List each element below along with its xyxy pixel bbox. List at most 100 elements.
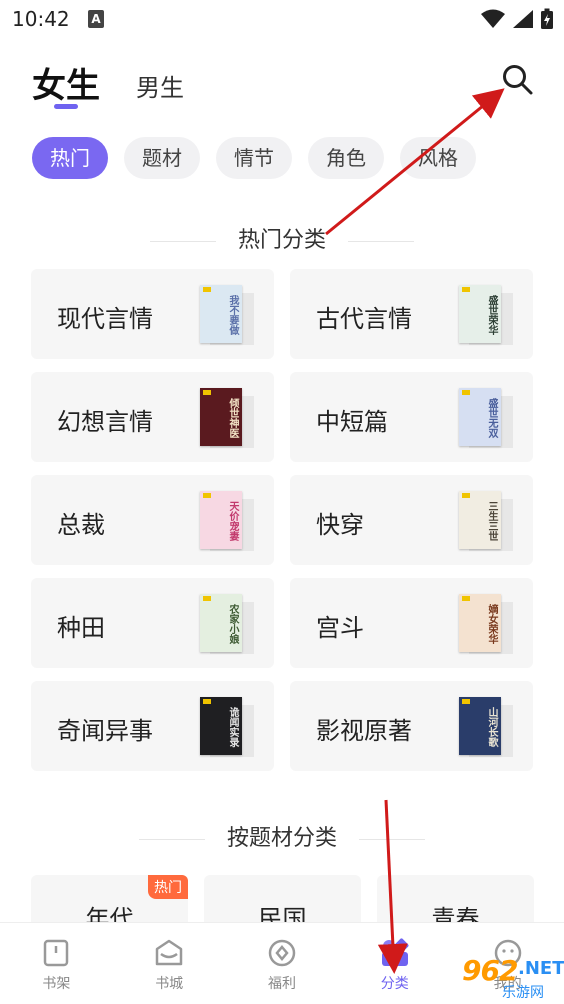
book-cover-thumbnail: 盛世无双 [459, 388, 513, 448]
book-cover-thumbnail: 天价宠妻 [200, 491, 254, 551]
watermark-net: .NET [518, 958, 564, 979]
category-label: 现代言情 [57, 305, 153, 333]
cover-tag [203, 699, 211, 704]
status-time: 10:42 [12, 7, 70, 31]
cover-tag [203, 390, 211, 395]
book-cover: 盛世荣华 [459, 285, 501, 343]
book-cover-thumbnail: 盛世荣华 [459, 285, 513, 345]
category-card[interactable]: 快穿 三生三世 [290, 475, 533, 565]
gender-tabs: 女生 男生 [32, 58, 184, 109]
category-label: 古代言情 [316, 305, 412, 333]
tab-female[interactable]: 女生 [32, 58, 100, 109]
welfare-icon [268, 939, 296, 967]
cover-title: 山河长歌 [486, 707, 497, 747]
book-cover: 我不要做 [200, 285, 242, 343]
watermark-sub: 乐游网 [502, 985, 544, 1001]
category-card[interactable]: 总裁 天价宠妻 [31, 475, 274, 565]
accessibility-icon: A [88, 10, 104, 28]
category-label: 奇闻异事 [57, 717, 153, 745]
chip-style[interactable]: 风格 [400, 137, 476, 179]
cover-tag [203, 596, 211, 601]
cover-tag [462, 699, 470, 704]
nav-label: 书城 [155, 976, 184, 992]
cover-tag [203, 493, 211, 498]
category-label: 影视原著 [316, 717, 412, 745]
hot-badge: 热门 [148, 875, 188, 899]
chip-plot[interactable]: 情节 [216, 137, 292, 179]
bookstore-icon [155, 939, 183, 966]
book-cover: 山河长歌 [459, 697, 501, 755]
book-cover: 三生三世 [459, 491, 501, 549]
site-watermark: 962 .NET 乐游网 [422, 954, 564, 1001]
book-cover-thumbnail: 诡闻实录 [200, 697, 254, 757]
divider [149, 240, 216, 242]
section-topic-label: 按题材分类 [226, 826, 337, 851]
chip-role[interactable]: 角色 [308, 137, 384, 179]
divider [348, 240, 414, 242]
category-card[interactable]: 种田 农家小娘 [31, 578, 274, 668]
category-label: 宫斗 [316, 614, 364, 642]
cover-tag [462, 390, 470, 395]
book-cover-thumbnail: 倾世神医 [200, 388, 254, 448]
section-title-hot: 热门分类 [0, 222, 564, 254]
book-cover: 盛世无双 [459, 388, 501, 446]
cover-title: 盛世无双 [486, 398, 497, 438]
nav-label: 福利 [267, 976, 296, 992]
category-label: 中短篇 [316, 408, 388, 436]
category-icon [381, 938, 409, 966]
cover-title: 嫡女荣华 [486, 604, 497, 644]
category-card[interactable]: 幻想言情 倾世神医 [31, 372, 274, 462]
section-title-topic: 按题材分类 [0, 820, 564, 852]
book-cover-thumbnail: 农家小娘 [200, 594, 254, 654]
status-bar: 10:42 A [0, 0, 564, 40]
book-cover-thumbnail: 嫡女荣华 [459, 594, 513, 654]
section-hot-label: 热门分类 [237, 228, 326, 253]
bookshelf-icon [44, 939, 69, 967]
nav-bookshelf[interactable]: 书架 [0, 923, 113, 1004]
nav-welfare[interactable]: 福利 [226, 923, 339, 1004]
category-card[interactable]: 奇闻异事 诡闻实录 [31, 681, 274, 771]
book-cover-thumbnail: 三生三世 [459, 491, 513, 551]
cover-title: 天价宠妻 [227, 501, 238, 541]
category-label: 幻想言情 [57, 408, 153, 436]
wifi-icon [481, 9, 505, 28]
category-label: 种田 [57, 614, 105, 642]
divider [359, 838, 425, 840]
book-cover: 倾世神医 [200, 388, 242, 446]
status-icons [480, 8, 554, 30]
cover-tag [462, 596, 470, 601]
filter-chips: 热门 题材 情节 角色 风格 [32, 137, 492, 179]
chip-topic[interactable]: 题材 [124, 137, 200, 179]
battery-icon [541, 8, 553, 29]
category-card[interactable]: 中短篇 盛世无双 [290, 372, 533, 462]
category-label: 快穿 [316, 511, 364, 539]
book-cover: 农家小娘 [200, 594, 242, 652]
active-tab-indicator [54, 104, 78, 109]
cover-title: 诡闻实录 [227, 707, 238, 747]
book-cover: 诡闻实录 [200, 697, 242, 755]
category-card[interactable]: 宫斗 嫡女荣华 [290, 578, 533, 668]
category-label: 总裁 [57, 511, 105, 539]
category-card[interactable]: 古代言情 盛世荣华 [290, 269, 533, 359]
nav-label: 书架 [42, 976, 71, 992]
book-cover: 天价宠妻 [200, 491, 242, 549]
cover-title: 我不要做 [227, 295, 238, 335]
category-card[interactable]: 影视原著 山河长歌 [290, 681, 533, 771]
tab-female-label: 女生 [32, 66, 100, 106]
nav-bookstore[interactable]: 书城 [113, 923, 226, 1004]
cover-tag [462, 287, 470, 292]
cover-tag [203, 287, 211, 292]
search-icon[interactable] [500, 62, 534, 96]
chip-hot[interactable]: 热门 [32, 137, 108, 179]
category-grid: 现代言情 我不要做 古代言情 盛世荣华幻想言情 倾世神医 中短篇 盛世无双总裁 天价宠妻 快穿 三… [31, 269, 534, 771]
divider [138, 838, 205, 840]
book-cover: 嫡女荣华 [459, 594, 501, 652]
book-cover-thumbnail: 我不要做 [200, 285, 254, 345]
book-cover-thumbnail: 山河长歌 [459, 697, 513, 757]
cover-tag [462, 493, 470, 498]
tab-male[interactable]: 男生 [136, 68, 184, 107]
cover-title: 盛世荣华 [486, 295, 497, 335]
signal-icon [513, 10, 533, 28]
category-card[interactable]: 现代言情 我不要做 [31, 269, 274, 359]
cover-title: 三生三世 [486, 501, 497, 541]
